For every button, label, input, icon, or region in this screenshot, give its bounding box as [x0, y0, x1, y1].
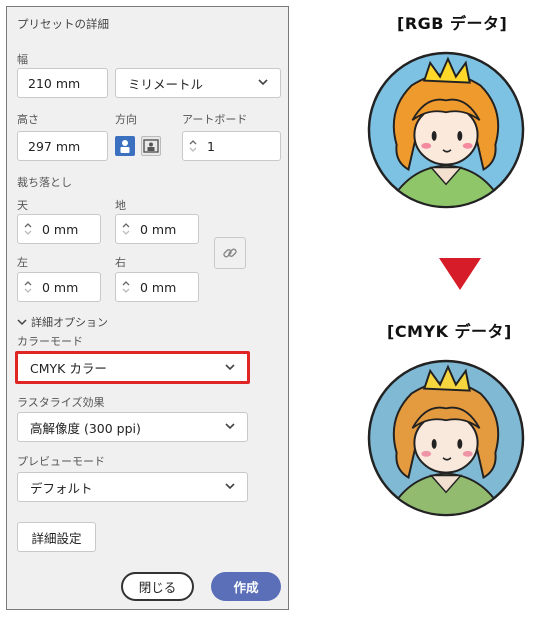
width-value: 210 mm	[28, 75, 81, 91]
chevron-down-icon	[225, 483, 235, 490]
bleed-bottom-input[interactable]: 0 mm	[115, 214, 199, 244]
width-label: 幅	[17, 53, 28, 66]
portrait-icon	[120, 140, 130, 153]
landscape-icon	[143, 139, 159, 153]
raster-effects-value: 高解像度 (300 ppi)	[30, 420, 141, 436]
chevron-down-icon	[258, 79, 268, 86]
width-input[interactable]: 210 mm	[17, 68, 108, 98]
bleed-top-value: 0 mm	[42, 221, 79, 237]
height-input[interactable]: 297 mm	[17, 131, 108, 161]
preview-mode-label: プレビューモード	[17, 455, 105, 468]
chevron-down-icon	[225, 363, 235, 370]
stepper-icon[interactable]	[120, 219, 132, 239]
cmyk-character-illustration	[367, 359, 525, 517]
stepper-icon[interactable]	[187, 136, 199, 156]
bleed-left-value: 0 mm	[42, 279, 79, 295]
bleed-top-input[interactable]: 0 mm	[17, 214, 101, 244]
create-button[interactable]: 作成	[211, 572, 281, 601]
color-mode-label: カラーモード	[17, 335, 83, 348]
portrait-orientation-button[interactable]	[115, 136, 135, 156]
stepper-icon[interactable]	[22, 277, 34, 297]
more-settings-button[interactable]: 詳細設定	[17, 522, 96, 552]
bleed-label: 裁ち落とし	[17, 176, 72, 189]
artboard-count-value: 1	[207, 138, 215, 154]
raster-effects-label: ラスタライズ効果	[17, 396, 105, 409]
unit-value: ミリメートル	[128, 76, 204, 92]
link-icon	[223, 248, 237, 258]
preview-mode-value: デフォルト	[30, 480, 93, 496]
chevron-down-icon	[225, 423, 235, 430]
bleed-left-label: 左	[17, 256, 28, 269]
down-arrow-icon	[439, 258, 481, 290]
raster-effects-select[interactable]: 高解像度 (300 ppi)	[17, 412, 248, 442]
advanced-options-toggle[interactable]: 詳細オプション	[17, 314, 108, 330]
color-mode-select[interactable]: CMYK カラー	[15, 351, 250, 384]
link-bleed-button[interactable]	[214, 237, 246, 269]
landscape-orientation-button[interactable]	[141, 136, 161, 156]
height-value: 297 mm	[28, 138, 81, 154]
bleed-bottom-label: 地	[115, 199, 126, 212]
artboard-label: アートボード	[182, 113, 248, 126]
bleed-bottom-value: 0 mm	[140, 221, 177, 237]
chevron-down-icon	[17, 318, 27, 325]
artboard-count-input[interactable]: 1	[182, 131, 281, 161]
color-mode-value: CMYK カラー	[30, 361, 107, 376]
stepper-icon[interactable]	[120, 277, 132, 297]
bleed-left-input[interactable]: 0 mm	[17, 272, 101, 302]
preview-mode-select[interactable]: デフォルト	[17, 472, 248, 502]
advanced-options-label: 詳細オプション	[31, 316, 108, 329]
bleed-right-input[interactable]: 0 mm	[115, 272, 199, 302]
orientation-label: 方向	[115, 113, 137, 126]
bleed-right-value: 0 mm	[140, 279, 177, 295]
document-preset-dialog: プリセットの詳細 幅 210 mm ミリメートル 高さ 方向 アートボード 29…	[6, 6, 289, 610]
dialog-title: プリセットの詳細	[17, 17, 109, 31]
close-button[interactable]: 閉じる	[121, 572, 194, 601]
unit-select[interactable]: ミリメートル	[115, 68, 281, 98]
height-label: 高さ	[17, 113, 39, 126]
stepper-icon[interactable]	[22, 219, 34, 239]
bleed-top-label: 天	[17, 199, 28, 212]
rgb-heading: [RGB データ]	[397, 14, 508, 33]
cmyk-heading: [CMYK データ]	[387, 322, 512, 341]
rgb-character-illustration	[367, 51, 525, 209]
bleed-right-label: 右	[115, 256, 126, 269]
